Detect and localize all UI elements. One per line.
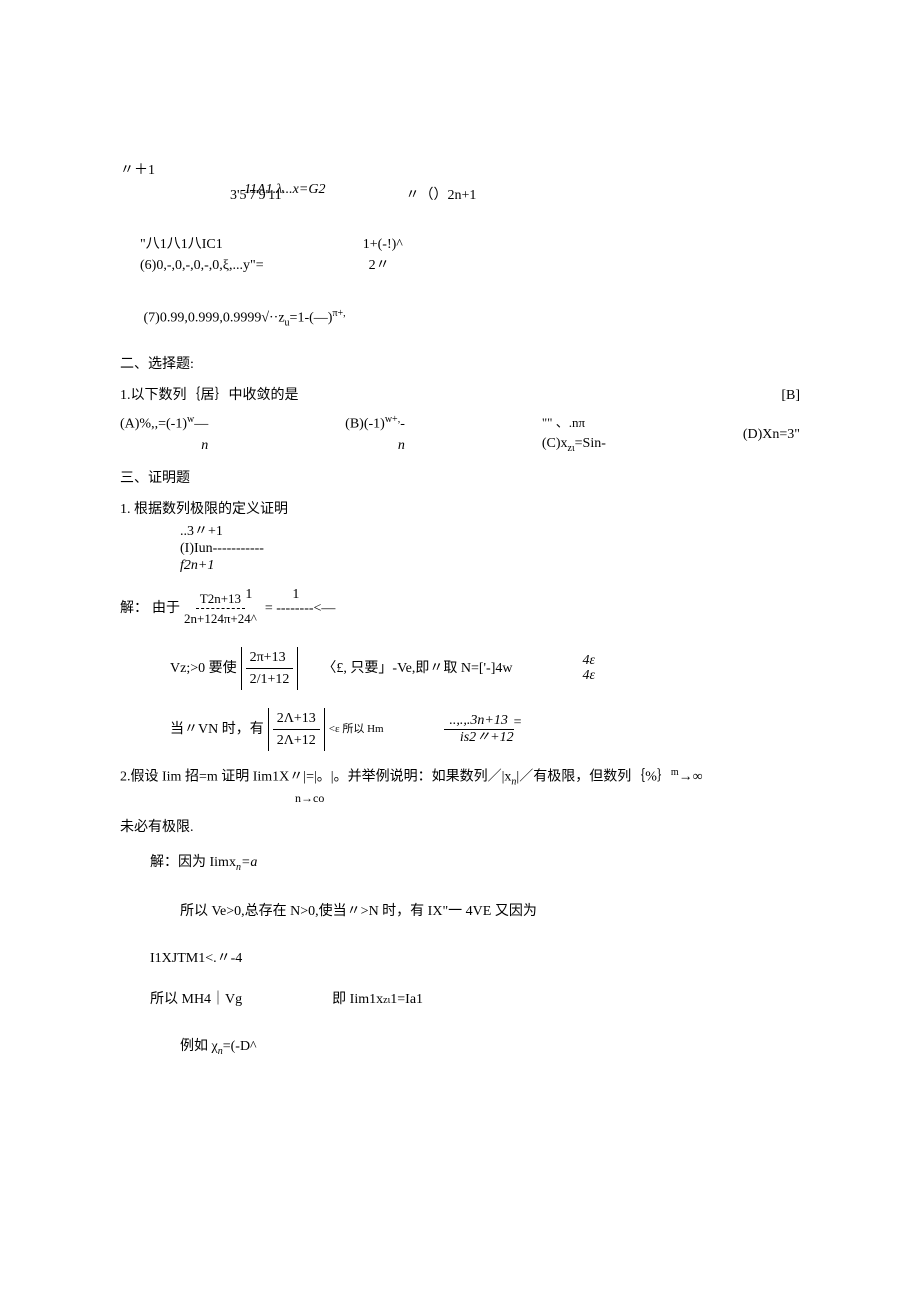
vn-line: 当〃VN 时，有 2Λ+13 2Λ+12 <ε 所以 Hm ..,.,.3n+1… (120, 708, 800, 751)
proof-1-title: 1. 根据数列极限的定义证明 (120, 499, 800, 520)
option-b-tail: - (400, 417, 405, 432)
q1-answer: [B] (781, 385, 800, 406)
option-c-top1: "" (542, 415, 553, 430)
proof-1-expr: ..3〃+1 (I)Iun----------- f2n+1 (180, 524, 800, 574)
option-a-text: (A)%,,=(-1) (120, 417, 187, 432)
abs1-bot: 2/1+12 (246, 669, 294, 690)
solution-line-1: 解： 由于 T2n+13 2n+124π+24^ = --------<— 1 … (120, 589, 800, 629)
p2-line4-sub: zι (383, 993, 390, 1008)
p2-line5-b: =(-D^ (223, 1039, 257, 1054)
abs2-bot: 2Λ+12 (273, 730, 320, 751)
frag4-left: (6)0,-,0,-,0,-,0,ξ,...y"= (140, 255, 264, 276)
p2-exp: m (671, 767, 679, 778)
sol-frac-num: T2n+13 (196, 589, 245, 610)
p2-sol-line-1: 解：因为 Iimxn=a (150, 852, 800, 875)
vn-mid: <ε 所以 Hm (329, 721, 384, 738)
p2-line-5: 例如 χn=(-D^ (180, 1036, 800, 1059)
frag2-right: 〃（）2n+1 (405, 185, 476, 206)
p2-line4-b: 即 Iim1x (332, 989, 383, 1010)
sol-eq: = --------<— (265, 598, 336, 619)
p2-text-b: |／有极限，但数列｛%｝ (516, 769, 670, 784)
frag5-main: (7)0.99,0.999,0.9999√··z (144, 311, 285, 326)
sol-frac-den: 2n+124π+24^ (180, 609, 261, 629)
option-b: (B)(-1)w+,- n (345, 412, 405, 456)
p2-sol-tail: =a (241, 855, 257, 870)
vz-right: 〈£, 只要」-Ve,即〃取 N=['-]4w (322, 658, 512, 679)
section-3-title: 三、证明题 (120, 468, 800, 489)
option-c-text: (C)x (542, 436, 568, 451)
p2-text-a: 2.假设 Iim 招=m 证明 Iim1X〃|=|。|。并举例说明：如果数列／|… (120, 769, 511, 784)
vn-right-sep: = (514, 712, 522, 733)
vz-label: Vz;>0 要使 (170, 658, 237, 679)
p1-line2: (I)Iun----------- (180, 541, 800, 558)
vn-right-top: ..,.,.3n+13 (449, 713, 507, 728)
option-a-under: n (120, 435, 208, 456)
fragment-line-2: 3'5'7'9'11' 11A1.λ...x=G2 〃（）2n+1 (120, 185, 800, 206)
p1-line3: f2n+1 (180, 558, 800, 575)
p2-line5-a: 例如 χ (180, 1039, 218, 1054)
fragment-line-4: (6)0,-,0,-,0,-,0,ξ,...y"= 2〃 (120, 255, 800, 276)
frag4-right: 2〃 (369, 255, 390, 276)
p2-cont: 未必有极限. (120, 817, 800, 838)
option-c-top2: 、.nπ (556, 415, 585, 430)
vn-abs: 2Λ+13 2Λ+12 (268, 708, 325, 751)
vn-right: ..,.,.3n+13 is2〃+12 (444, 713, 514, 745)
p2-under: n→co (295, 789, 800, 807)
option-b-text: (B)(-1) (345, 417, 385, 432)
sol-one-b: 1 (292, 587, 299, 602)
p1-line1: ..3〃+1 (180, 524, 800, 541)
p2-line-2: 所以 Ve>0,总存在 N>0,使当〃>N 时，有 IX"一 4VE 又因为 (180, 901, 800, 922)
frag5-tail: =1-(—) (290, 311, 333, 326)
frag2-center: 11A1.λ...x=G2 (244, 182, 325, 197)
fragment-line-3: "八1八1八IC1 1+(-!)^ (120, 234, 800, 255)
p2-line4-c: 1=Ia1 (390, 989, 423, 1010)
fragment-line-5: (7)0.99,0.999,0.9999√··zu=1-(—)π+, (120, 306, 800, 330)
sol-label: 解： (120, 598, 148, 619)
option-c: "" 、.nπ (C)xzι=Sin- (542, 413, 606, 455)
abs2-top: 2Λ+13 (273, 708, 320, 730)
option-b-exp: w+, (385, 414, 400, 425)
frag5-exp: π+, (332, 308, 345, 319)
vn-right-bot: is2〃+12 (460, 730, 514, 745)
vz-4e-b: 4ε (582, 668, 595, 683)
vz-4e-a: 4ε (582, 653, 595, 668)
p2-line-4: 所以 MH4｜Vg 即 Iim1xzι1=Ia1 (150, 989, 800, 1010)
question-1-choices: (A)%,,=(-1)w— n (B)(-1)w+,- n "" 、.nπ (C… (120, 412, 800, 456)
option-d: (D)Xn=3" (743, 424, 800, 445)
question-1: 1.以下数列｛居｝中收敛的是 [B] (120, 385, 800, 406)
vz-abs: 2π+13 2/1+12 (241, 647, 299, 690)
vz-4e: 4ε 4ε (582, 653, 595, 684)
section-2-title: 二、选择题: (120, 354, 800, 375)
option-b-under: n (345, 435, 405, 456)
frag3-right: 1+(-!)^ (363, 234, 403, 255)
sol-one-a: 1 (245, 587, 252, 602)
frag3-left: "八1八1八IC1 (140, 234, 223, 255)
p2-sol-label: 解：因为 Iimx (150, 855, 236, 870)
p2-line-3: I1XJTM1<.〃-4 (150, 948, 800, 969)
option-c-tail: =Sin- (575, 436, 606, 451)
proof-2: 2.假设 Iim 招=m 证明 Iim1X〃|=|。|。并举例说明：如果数列／|… (120, 765, 800, 789)
vn-label: 当〃VN 时，有 (170, 719, 264, 740)
option-c-sub: zι (568, 442, 575, 453)
p2-line4-a: 所以 MH4｜Vg (150, 989, 242, 1010)
p2-text-c: →∞ (679, 769, 703, 784)
option-a-tail: — (194, 417, 208, 432)
fragment-line-1: 〃＋1 (120, 160, 800, 181)
q1-text: 1.以下数列｛居｝中收敛的是 (120, 388, 299, 403)
abs1-top: 2π+13 (246, 647, 294, 669)
option-a: (A)%,,=(-1)w— n (120, 412, 208, 456)
vz-line: Vz;>0 要使 2π+13 2/1+12 〈£, 只要」-Ve,即〃取 N=[… (120, 647, 800, 690)
sol-prefix: 由于 (152, 598, 180, 619)
